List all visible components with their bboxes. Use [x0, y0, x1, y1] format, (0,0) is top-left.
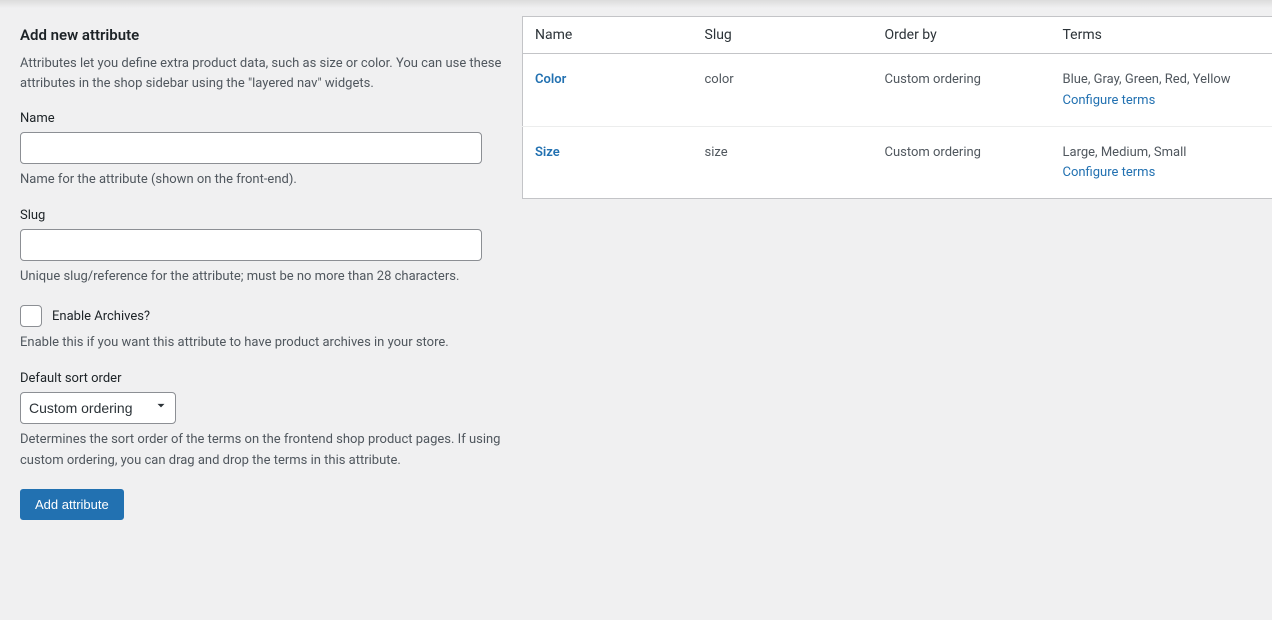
field-slug: Slug Unique slug/reference for the attri… — [20, 208, 502, 287]
attr-terms: Large, Medium, Small — [1063, 145, 1187, 160]
attributes-table-panel: Name Slug Order by Terms Color color Cus… — [522, 8, 1272, 520]
top-shadow — [0, 0, 1272, 8]
archives-help: Enable this if you want this attribute t… — [20, 333, 502, 353]
sort-help: Determines the sort order of the terms o… — [20, 430, 502, 470]
attr-name-link[interactable]: Size — [535, 145, 560, 160]
attr-terms: Blue, Gray, Green, Red, Yellow — [1063, 72, 1231, 87]
attr-slug: size — [693, 126, 873, 199]
field-sort: Default sort order Custom ordering Deter… — [20, 371, 502, 470]
sort-label: Default sort order — [20, 371, 502, 386]
attr-slug: color — [693, 54, 873, 127]
attr-orderby: Custom ordering — [873, 54, 1051, 127]
field-name: Name Name for the attribute (shown on th… — [20, 111, 502, 190]
archives-label: Enable Archives? — [52, 309, 150, 324]
name-help: Name for the attribute (shown on the fro… — [20, 170, 502, 190]
archives-checkbox[interactable] — [20, 305, 42, 327]
form-title: Add new attribute — [20, 26, 502, 44]
form-intro: Attributes let you define extra product … — [20, 54, 502, 93]
name-label: Name — [20, 111, 502, 126]
name-input[interactable] — [20, 132, 482, 164]
th-slug: Slug — [693, 17, 873, 54]
add-attribute-form: Add new attribute Attributes let you def… — [0, 8, 522, 520]
table-row: Color color Custom ordering Blue, Gray, … — [523, 54, 1272, 127]
th-terms: Terms — [1051, 17, 1272, 54]
field-archives: Enable Archives? Enable this if you want… — [20, 305, 502, 353]
add-attribute-button[interactable]: Add attribute — [20, 489, 124, 520]
configure-terms-link[interactable]: Configure terms — [1063, 165, 1156, 180]
configure-terms-link[interactable]: Configure terms — [1063, 93, 1156, 108]
attributes-layout: Add new attribute Attributes let you def… — [0, 8, 1272, 540]
slug-label: Slug — [20, 208, 502, 223]
attributes-table: Name Slug Order by Terms Color color Cus… — [522, 16, 1272, 199]
slug-help: Unique slug/reference for the attribute;… — [20, 267, 502, 287]
attr-orderby: Custom ordering — [873, 126, 1051, 199]
th-orderby: Order by — [873, 17, 1051, 54]
sort-select[interactable]: Custom ordering — [20, 392, 176, 424]
slug-input[interactable] — [20, 229, 482, 261]
attr-name-link[interactable]: Color — [535, 72, 566, 87]
th-name: Name — [523, 17, 693, 54]
table-row: Size size Custom ordering Large, Medium,… — [523, 126, 1272, 199]
